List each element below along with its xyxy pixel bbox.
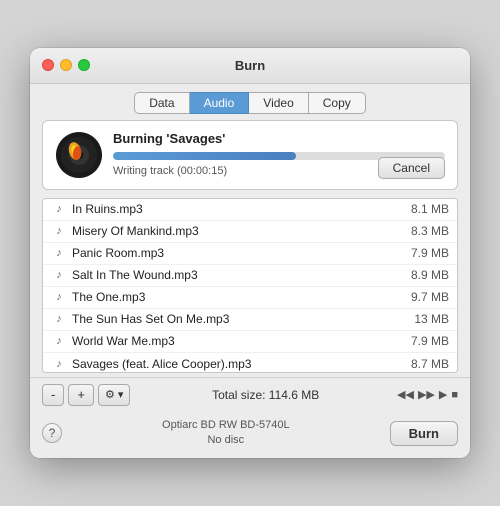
file-size: 8.3 MB xyxy=(399,224,449,238)
minimize-button[interactable] xyxy=(60,59,72,71)
file-size: 7.9 MB xyxy=(399,246,449,260)
table-row: ♪ The One.mp3 9.7 MB xyxy=(43,287,457,309)
window-title: Burn xyxy=(235,58,265,73)
close-button[interactable] xyxy=(42,59,54,71)
stop-button[interactable]: ■ xyxy=(451,389,458,401)
burn-title: Burning 'Savages' xyxy=(113,131,445,146)
chevron-down-icon: ▾ xyxy=(118,388,124,401)
file-size: 8.9 MB xyxy=(399,268,449,282)
table-row: ♪ Savages (feat. Alice Cooper).mp3 8.7 M… xyxy=(43,353,457,373)
burn-progress-panel: Burning 'Savages' Writing track (00:00:1… xyxy=(42,120,458,190)
tab-audio[interactable]: Audio xyxy=(190,92,250,114)
gear-icon: ⚙ xyxy=(105,388,115,401)
file-icon: ♪ xyxy=(51,356,67,372)
burn-button[interactable]: Burn xyxy=(390,421,458,446)
remove-button[interactable]: - xyxy=(42,384,64,406)
gear-button[interactable]: ⚙ ▾ xyxy=(98,384,130,406)
file-name: Panic Room.mp3 xyxy=(72,246,399,260)
tab-data[interactable]: Data xyxy=(134,92,189,114)
next-button[interactable]: ▶▶ xyxy=(418,388,435,401)
traffic-lights xyxy=(42,59,90,71)
file-size: 9.7 MB xyxy=(399,290,449,304)
file-size: 8.7 MB xyxy=(399,357,449,371)
progress-bar-fill xyxy=(113,152,296,160)
total-size-label: Total size: 114.6 MB xyxy=(134,388,397,402)
disc-icon xyxy=(55,131,103,179)
maximize-button[interactable] xyxy=(78,59,90,71)
file-icon: ♪ xyxy=(51,311,67,327)
tab-video[interactable]: Video xyxy=(249,92,308,114)
tab-bar: Data Audio Video Copy xyxy=(30,84,470,120)
file-icon: ♪ xyxy=(51,267,67,283)
file-size: 7.9 MB xyxy=(399,334,449,348)
cancel-button[interactable]: Cancel xyxy=(378,157,445,179)
bottom-bar: ? Optiarc BD RW BD-5740L No disc Burn xyxy=(30,412,470,459)
table-row: ♪ Misery Of Mankind.mp3 8.3 MB xyxy=(43,221,457,243)
help-button[interactable]: ? xyxy=(42,423,62,443)
file-icon: ♪ xyxy=(51,333,67,349)
device-status: No disc xyxy=(62,433,390,448)
file-size: 13 MB xyxy=(399,312,449,326)
file-name: Salt In The Wound.mp3 xyxy=(72,268,399,282)
device-name: Optiarc BD RW BD-5740L xyxy=(62,418,390,433)
file-icon: ♪ xyxy=(51,223,67,239)
file-list[interactable]: ♪ In Ruins.mp3 8.1 MB ♪ Misery Of Mankin… xyxy=(42,198,458,373)
file-icon: ♪ xyxy=(51,201,67,217)
playback-controls: ◀◀ ▶▶ ▶ ■ xyxy=(397,388,458,401)
file-size: 8.1 MB xyxy=(399,202,449,216)
file-icon: ♪ xyxy=(51,289,67,305)
main-window: Burn Data Audio Video Copy Burning 'Sava… xyxy=(30,48,470,459)
table-row: ♪ In Ruins.mp3 8.1 MB xyxy=(43,199,457,221)
file-name: World War Me.mp3 xyxy=(72,334,399,348)
file-name: The Sun Has Set On Me.mp3 xyxy=(72,312,399,326)
prev-button[interactable]: ◀◀ xyxy=(397,388,414,401)
file-name: Misery Of Mankind.mp3 xyxy=(72,224,399,238)
file-name: Savages (feat. Alice Cooper).mp3 xyxy=(72,357,399,371)
table-row: ♪ The Sun Has Set On Me.mp3 13 MB xyxy=(43,309,457,331)
title-bar: Burn xyxy=(30,48,470,84)
play-button[interactable]: ▶ xyxy=(439,388,447,401)
file-name: In Ruins.mp3 xyxy=(72,202,399,216)
toolbar: - + ⚙ ▾ Total size: 114.6 MB ◀◀ ▶▶ ▶ ■ xyxy=(30,377,470,412)
table-row: ♪ Salt In The Wound.mp3 8.9 MB xyxy=(43,265,457,287)
table-row: ♪ World War Me.mp3 7.9 MB xyxy=(43,331,457,353)
file-icon: ♪ xyxy=(51,245,67,261)
tab-copy[interactable]: Copy xyxy=(309,92,366,114)
device-info: Optiarc BD RW BD-5740L No disc xyxy=(62,418,390,449)
file-name: The One.mp3 xyxy=(72,290,399,304)
table-row: ♪ Panic Room.mp3 7.9 MB xyxy=(43,243,457,265)
add-button[interactable]: + xyxy=(68,384,94,406)
